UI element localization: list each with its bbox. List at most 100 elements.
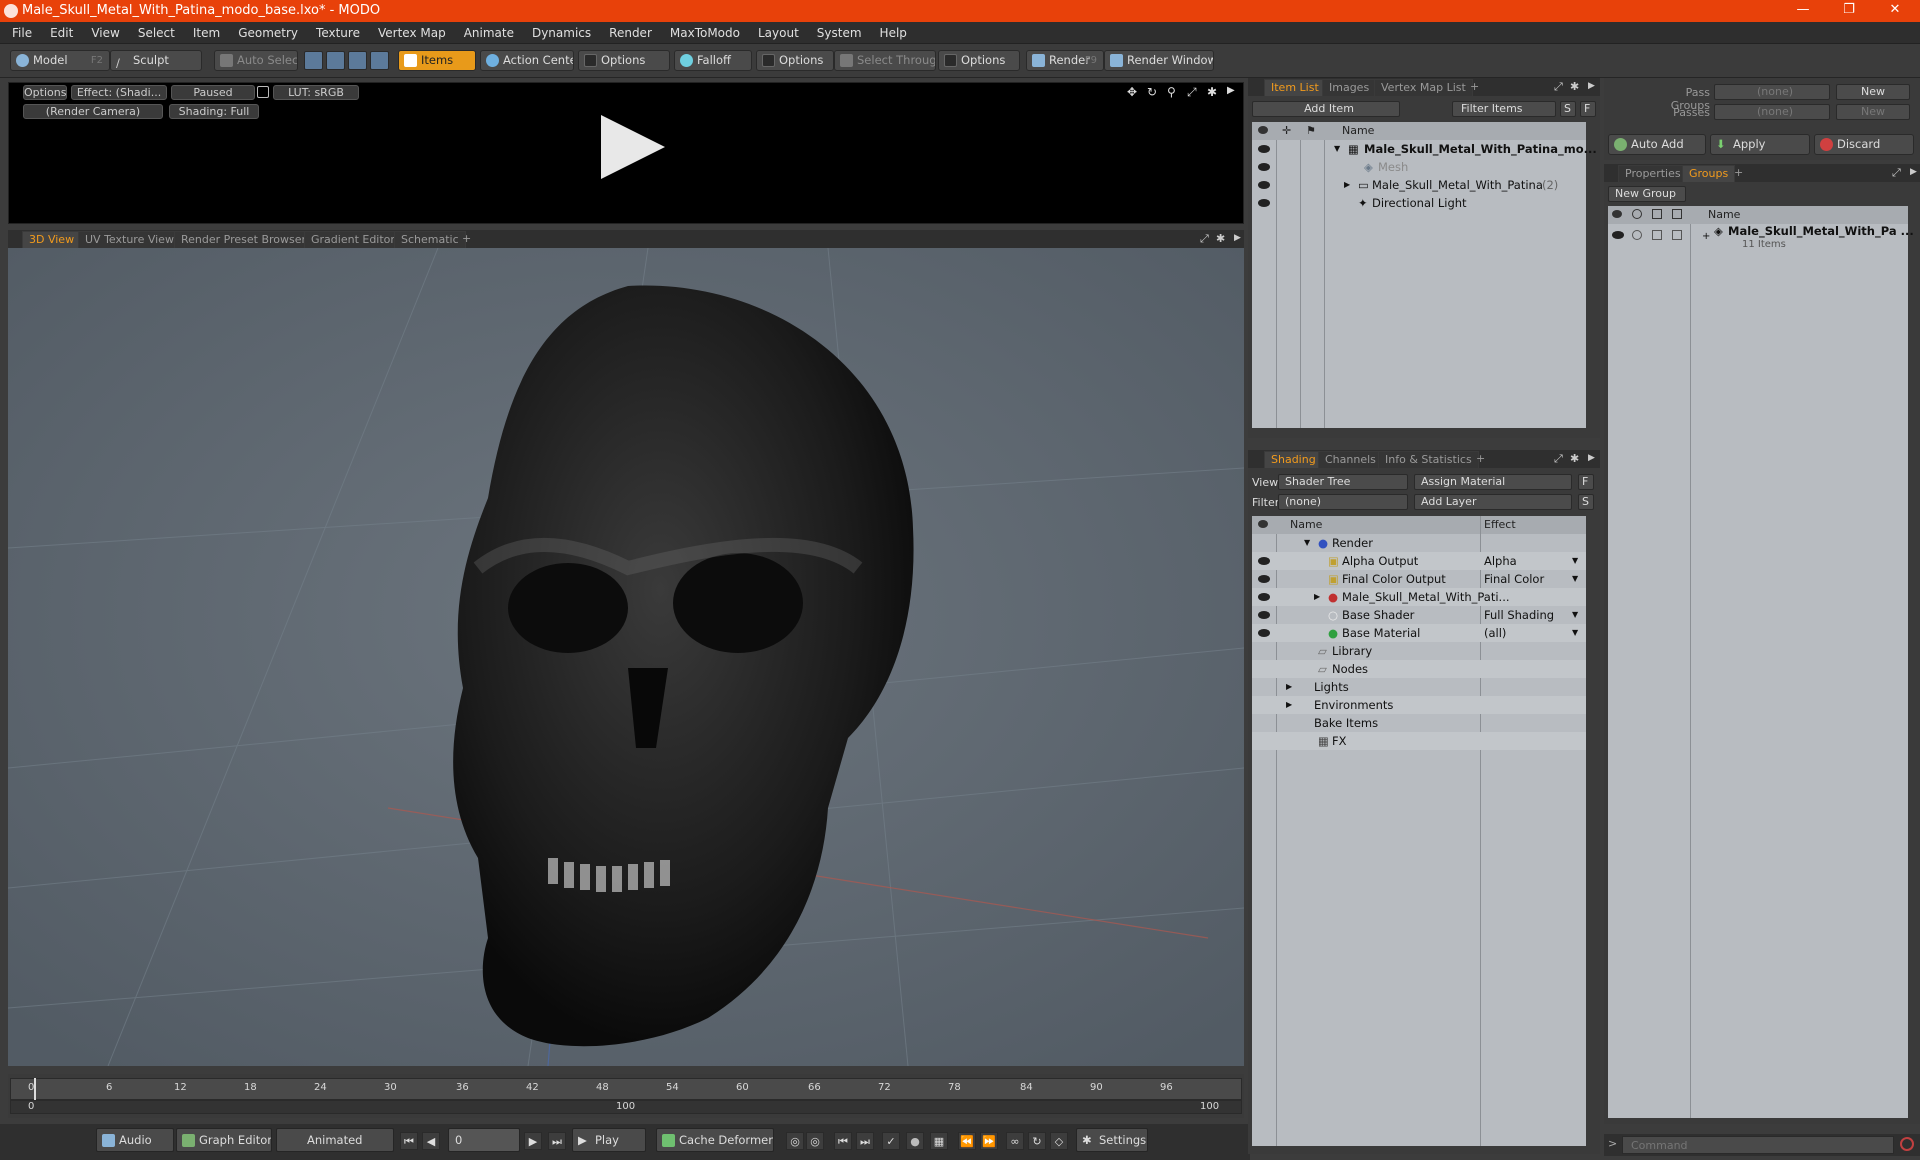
filter-s-button[interactable]: S: [1560, 101, 1576, 117]
shader-effect-value[interactable]: Final Color: [1484, 570, 1544, 588]
tab-item-list[interactable]: Item List: [1264, 79, 1326, 96]
falloff-options-button[interactable]: Options: [756, 50, 834, 71]
new-pass-button[interactable]: New: [1836, 104, 1910, 120]
step-back-icon[interactable]: ⏪: [958, 1132, 976, 1150]
loop-icon[interactable]: ∞: [1006, 1132, 1024, 1150]
expand-arrow-icon[interactable]: ▶: [1286, 696, 1292, 714]
menu-texture[interactable]: Texture: [307, 22, 369, 44]
stop-icon[interactable]: [1900, 1137, 1914, 1151]
restore-button[interactable]: ❐: [1826, 0, 1872, 22]
3d-viewport[interactable]: [8, 248, 1244, 1066]
next-frame-icon[interactable]: ▶: [524, 1132, 542, 1150]
tab-schematic[interactable]: Schematic: [394, 231, 466, 248]
add-tab-button[interactable]: +: [1470, 451, 1491, 468]
menu-dynamics[interactable]: Dynamics: [523, 22, 600, 44]
menu-file[interactable]: File: [0, 22, 41, 44]
tab-vertex-map-list[interactable]: Vertex Map List: [1374, 79, 1473, 96]
filter-dropdown[interactable]: (none): [1278, 494, 1408, 510]
animated-dropdown[interactable]: Animated: [276, 1128, 394, 1152]
expand-plus-icon[interactable]: +: [1702, 228, 1710, 246]
shader-tree-row[interactable]: ▶ ● Male_Skull_Metal_With_Pati...: [1252, 588, 1586, 606]
render-button[interactable]: Render F9: [1026, 50, 1104, 71]
tab-images[interactable]: Images: [1322, 79, 1377, 96]
list-item[interactable]: + ◈ Male_Skull_Metal_With_Pa ... 11 Item…: [1608, 224, 1914, 256]
settings-button[interactable]: ✱ Settings: [1076, 1128, 1148, 1152]
model-mode-button[interactable]: Model F2: [10, 50, 110, 71]
shading-f-button[interactable]: F: [1578, 474, 1594, 490]
render-camera-dropdown[interactable]: (Render Camera): [23, 104, 163, 119]
tab-channels[interactable]: Channels: [1318, 451, 1383, 468]
previous-frame-icon[interactable]: ◀: [422, 1132, 440, 1150]
tab-uv-texture-view[interactable]: UV Texture View: [78, 231, 181, 248]
eye-icon[interactable]: [1258, 593, 1270, 601]
snap-icon[interactable]: ◇: [1050, 1132, 1068, 1150]
graph-editor-button[interactable]: Graph Editor: [176, 1128, 272, 1152]
audio-button[interactable]: Audio: [96, 1128, 174, 1152]
select-toggle-icon[interactable]: [1672, 230, 1682, 240]
shading-s-button[interactable]: S: [1578, 494, 1594, 510]
menu-help[interactable]: Help: [871, 22, 916, 44]
menu-render[interactable]: Render: [600, 22, 661, 44]
expand-arrow-icon[interactable]: ▼: [1334, 140, 1340, 158]
shader-effect-value[interactable]: (all): [1484, 624, 1506, 642]
cache-deformers-button[interactable]: Cache Deformers: [656, 1128, 774, 1152]
add-tab-button[interactable]: +: [1728, 165, 1749, 182]
menu-edit[interactable]: Edit: [41, 22, 82, 44]
list-item[interactable]: ▶ ▭ Male_Skull_Metal_With_Patina (2): [1252, 176, 1586, 194]
eye-icon[interactable]: [1612, 231, 1624, 239]
shader-effect-value[interactable]: Alpha: [1484, 552, 1517, 570]
add-tab-button[interactable]: +: [1464, 79, 1485, 96]
maximize-icon[interactable]: ⤢: [1892, 166, 1901, 180]
expand-arrow-icon[interactable]: ▶: [1286, 678, 1292, 696]
move-icon[interactable]: ✥: [1127, 85, 1137, 99]
dropdown-arrow-icon[interactable]: ▼: [1572, 606, 1578, 624]
gear-icon[interactable]: ✱: [1207, 85, 1217, 99]
command-input[interactable]: [1622, 1136, 1894, 1154]
items-mode-button[interactable]: Items: [398, 50, 476, 71]
menu-maxtomodo[interactable]: MaxToModo: [661, 22, 749, 44]
tab-3d-view[interactable]: 3D View: [22, 231, 82, 248]
menu-layout[interactable]: Layout: [749, 22, 808, 44]
eye-icon[interactable]: [1258, 575, 1270, 583]
menu-view[interactable]: View: [82, 22, 128, 44]
select-edges-icon[interactable]: [326, 51, 345, 70]
auto-key-icon[interactable]: ✓: [882, 1132, 900, 1150]
last-key-icon[interactable]: ⏭: [548, 1132, 566, 1150]
preview-effect-dropdown[interactable]: Effect: (Shadi...: [71, 85, 167, 100]
close-button[interactable]: ✕: [1872, 0, 1918, 22]
menu-vertex-map[interactable]: Vertex Map: [369, 22, 455, 44]
arrow-right-icon[interactable]: ▶: [1588, 453, 1595, 463]
gear-icon[interactable]: ✱: [1570, 80, 1579, 93]
auto-add-button[interactable]: Auto Add: [1608, 134, 1706, 155]
shader-tree-row[interactable]: ▣ Final Color Output Final Color ▼: [1252, 570, 1586, 588]
list-item[interactable]: ◈ Mesh: [1252, 158, 1586, 176]
select-through-options-button[interactable]: Options: [938, 50, 1020, 71]
gear-icon[interactable]: ✱: [1570, 452, 1579, 465]
action-center-button[interactable]: Action Center: [480, 50, 574, 71]
next-key-icon[interactable]: ⏭: [856, 1132, 874, 1150]
lock-toggle-icon[interactable]: [1652, 230, 1662, 240]
lut-dropdown[interactable]: LUT: sRGB: [273, 85, 359, 100]
render-toggle-icon[interactable]: [1632, 230, 1642, 240]
eye-icon[interactable]: [1258, 629, 1270, 637]
first-key-icon[interactable]: ⏮: [400, 1132, 418, 1150]
select-through-button[interactable]: Select Through: [834, 50, 936, 71]
list-item[interactable]: ▼ ▦ Male_Skull_Metal_With_Patina_mo...: [1252, 140, 1597, 158]
shader-tree-row[interactable]: ▣ Alpha Output Alpha ▼: [1252, 552, 1586, 570]
select-polygons-icon[interactable]: [348, 51, 367, 70]
shader-tree-row[interactable]: ▱ Library: [1252, 642, 1586, 660]
preview-paused-button[interactable]: Paused: [171, 85, 255, 100]
dropdown-arrow-icon[interactable]: ▼: [1572, 570, 1578, 588]
minimize-button[interactable]: —: [1780, 0, 1826, 22]
filter-items-input[interactable]: Filter Items: [1452, 101, 1556, 117]
maximize-icon[interactable]: ⤢: [1187, 85, 1197, 100]
arrow-right-icon[interactable]: ▶: [1227, 85, 1235, 96]
lock-icon[interactable]: [257, 86, 269, 98]
menu-system[interactable]: System: [808, 22, 871, 44]
auto-select-button[interactable]: Auto Select: [214, 50, 298, 71]
timeline[interactable]: 0 6 12 18 24 30 36 42 48 54 60 66 72 78 …: [8, 1074, 1244, 1118]
key-channels-icon[interactable]: ▦: [930, 1132, 948, 1150]
shader-tree-row[interactable]: ○ Base Shader Full Shading ▼: [1252, 606, 1586, 624]
new-group-button[interactable]: New Group: [1608, 186, 1686, 202]
shader-tree-row[interactable]: ▦ FX: [1252, 732, 1586, 750]
